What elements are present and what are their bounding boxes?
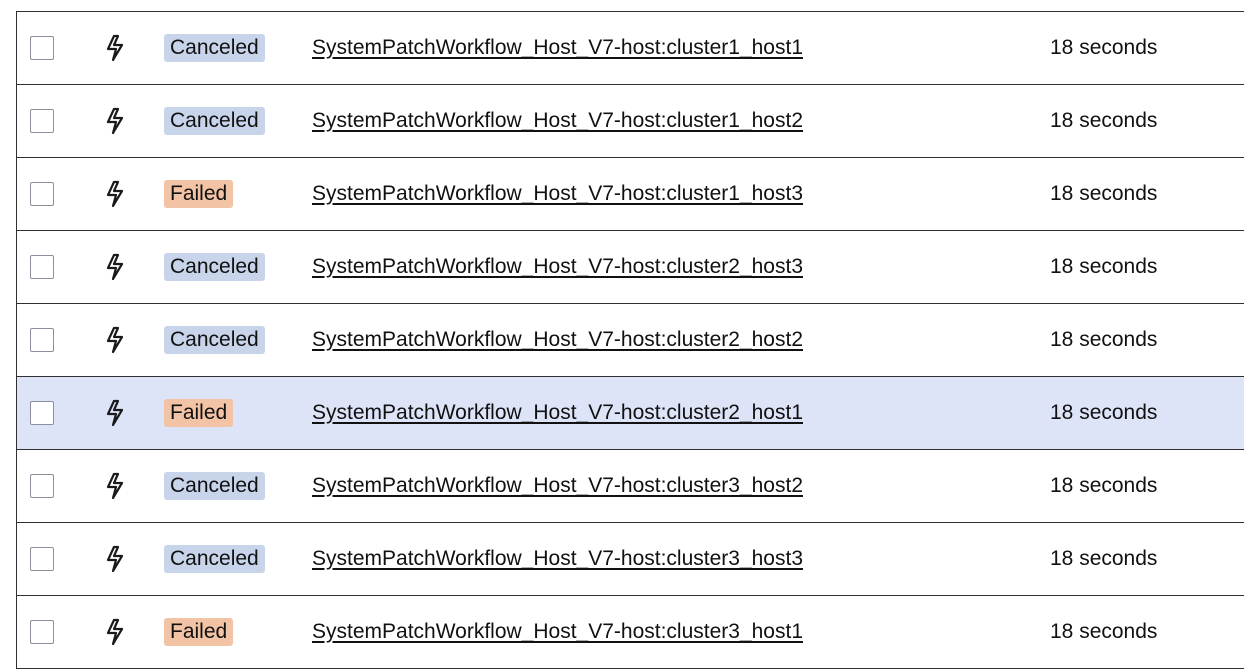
workflow-link[interactable]: SystemPatchWorkflow_Host_V7-host:cluster…: [312, 545, 803, 573]
duration-text: 18 seconds: [1050, 255, 1158, 278]
row-checkbox[interactable]: [30, 36, 54, 60]
row-checkbox[interactable]: [30, 401, 54, 425]
row-checkbox[interactable]: [30, 328, 54, 352]
table-row[interactable]: Canceled SystemPatchWorkflow_Host_V7-hos…: [17, 85, 1244, 158]
duration-text: 18 seconds: [1050, 109, 1158, 132]
duration-text: 18 seconds: [1050, 328, 1158, 351]
workflow-table: Canceled SystemPatchWorkflow_Host_V7-hos…: [16, 11, 1244, 669]
row-checkbox[interactable]: [30, 255, 54, 279]
status-badge: Failed: [164, 180, 234, 208]
workflow-link[interactable]: SystemPatchWorkflow_Host_V7-host:cluster…: [312, 326, 803, 354]
status-badge: Canceled: [164, 253, 265, 281]
row-checkbox[interactable]: [30, 182, 54, 206]
workflow-link[interactable]: SystemPatchWorkflow_Host_V7-host:cluster…: [312, 618, 803, 646]
table-row[interactable]: Canceled SystemPatchWorkflow_Host_V7-hos…: [17, 304, 1244, 377]
status-badge: Canceled: [164, 34, 265, 62]
workflow-link[interactable]: SystemPatchWorkflow_Host_V7-host:cluster…: [312, 34, 803, 62]
status-badge: Canceled: [164, 545, 265, 573]
duration-text: 18 seconds: [1050, 182, 1158, 205]
row-checkbox[interactable]: [30, 474, 54, 498]
duration-text: 18 seconds: [1050, 401, 1158, 424]
duration-text: 18 seconds: [1050, 547, 1158, 570]
table-row[interactable]: Canceled SystemPatchWorkflow_Host_V7-hos…: [17, 12, 1244, 85]
table-row[interactable]: Failed SystemPatchWorkflow_Host_V7-host:…: [17, 158, 1244, 231]
table-row[interactable]: Canceled SystemPatchWorkflow_Host_V7-hos…: [17, 231, 1244, 304]
status-badge: Canceled: [164, 326, 265, 354]
table-row[interactable]: Canceled SystemPatchWorkflow_Host_V7-hos…: [17, 450, 1244, 523]
status-badge: Failed: [164, 618, 234, 646]
workflow-link[interactable]: SystemPatchWorkflow_Host_V7-host:cluster…: [312, 399, 803, 427]
duration-text: 18 seconds: [1050, 36, 1158, 59]
row-checkbox[interactable]: [30, 109, 54, 133]
duration-text: 18 seconds: [1050, 620, 1158, 643]
row-checkbox[interactable]: [30, 620, 54, 644]
status-badge: Canceled: [164, 472, 265, 500]
status-badge: Canceled: [164, 107, 265, 135]
table-row[interactable]: Failed SystemPatchWorkflow_Host_V7-host:…: [17, 596, 1244, 669]
workflow-link[interactable]: SystemPatchWorkflow_Host_V7-host:cluster…: [312, 180, 803, 208]
status-badge: Failed: [164, 399, 234, 427]
duration-text: 18 seconds: [1050, 474, 1158, 497]
table-row[interactable]: Canceled SystemPatchWorkflow_Host_V7-hos…: [17, 523, 1244, 596]
workflow-link[interactable]: SystemPatchWorkflow_Host_V7-host:cluster…: [312, 107, 803, 135]
row-checkbox[interactable]: [30, 547, 54, 571]
workflow-link[interactable]: SystemPatchWorkflow_Host_V7-host:cluster…: [312, 472, 803, 500]
table-row[interactable]: Failed SystemPatchWorkflow_Host_V7-host:…: [17, 377, 1244, 450]
workflow-link[interactable]: SystemPatchWorkflow_Host_V7-host:cluster…: [312, 253, 803, 281]
